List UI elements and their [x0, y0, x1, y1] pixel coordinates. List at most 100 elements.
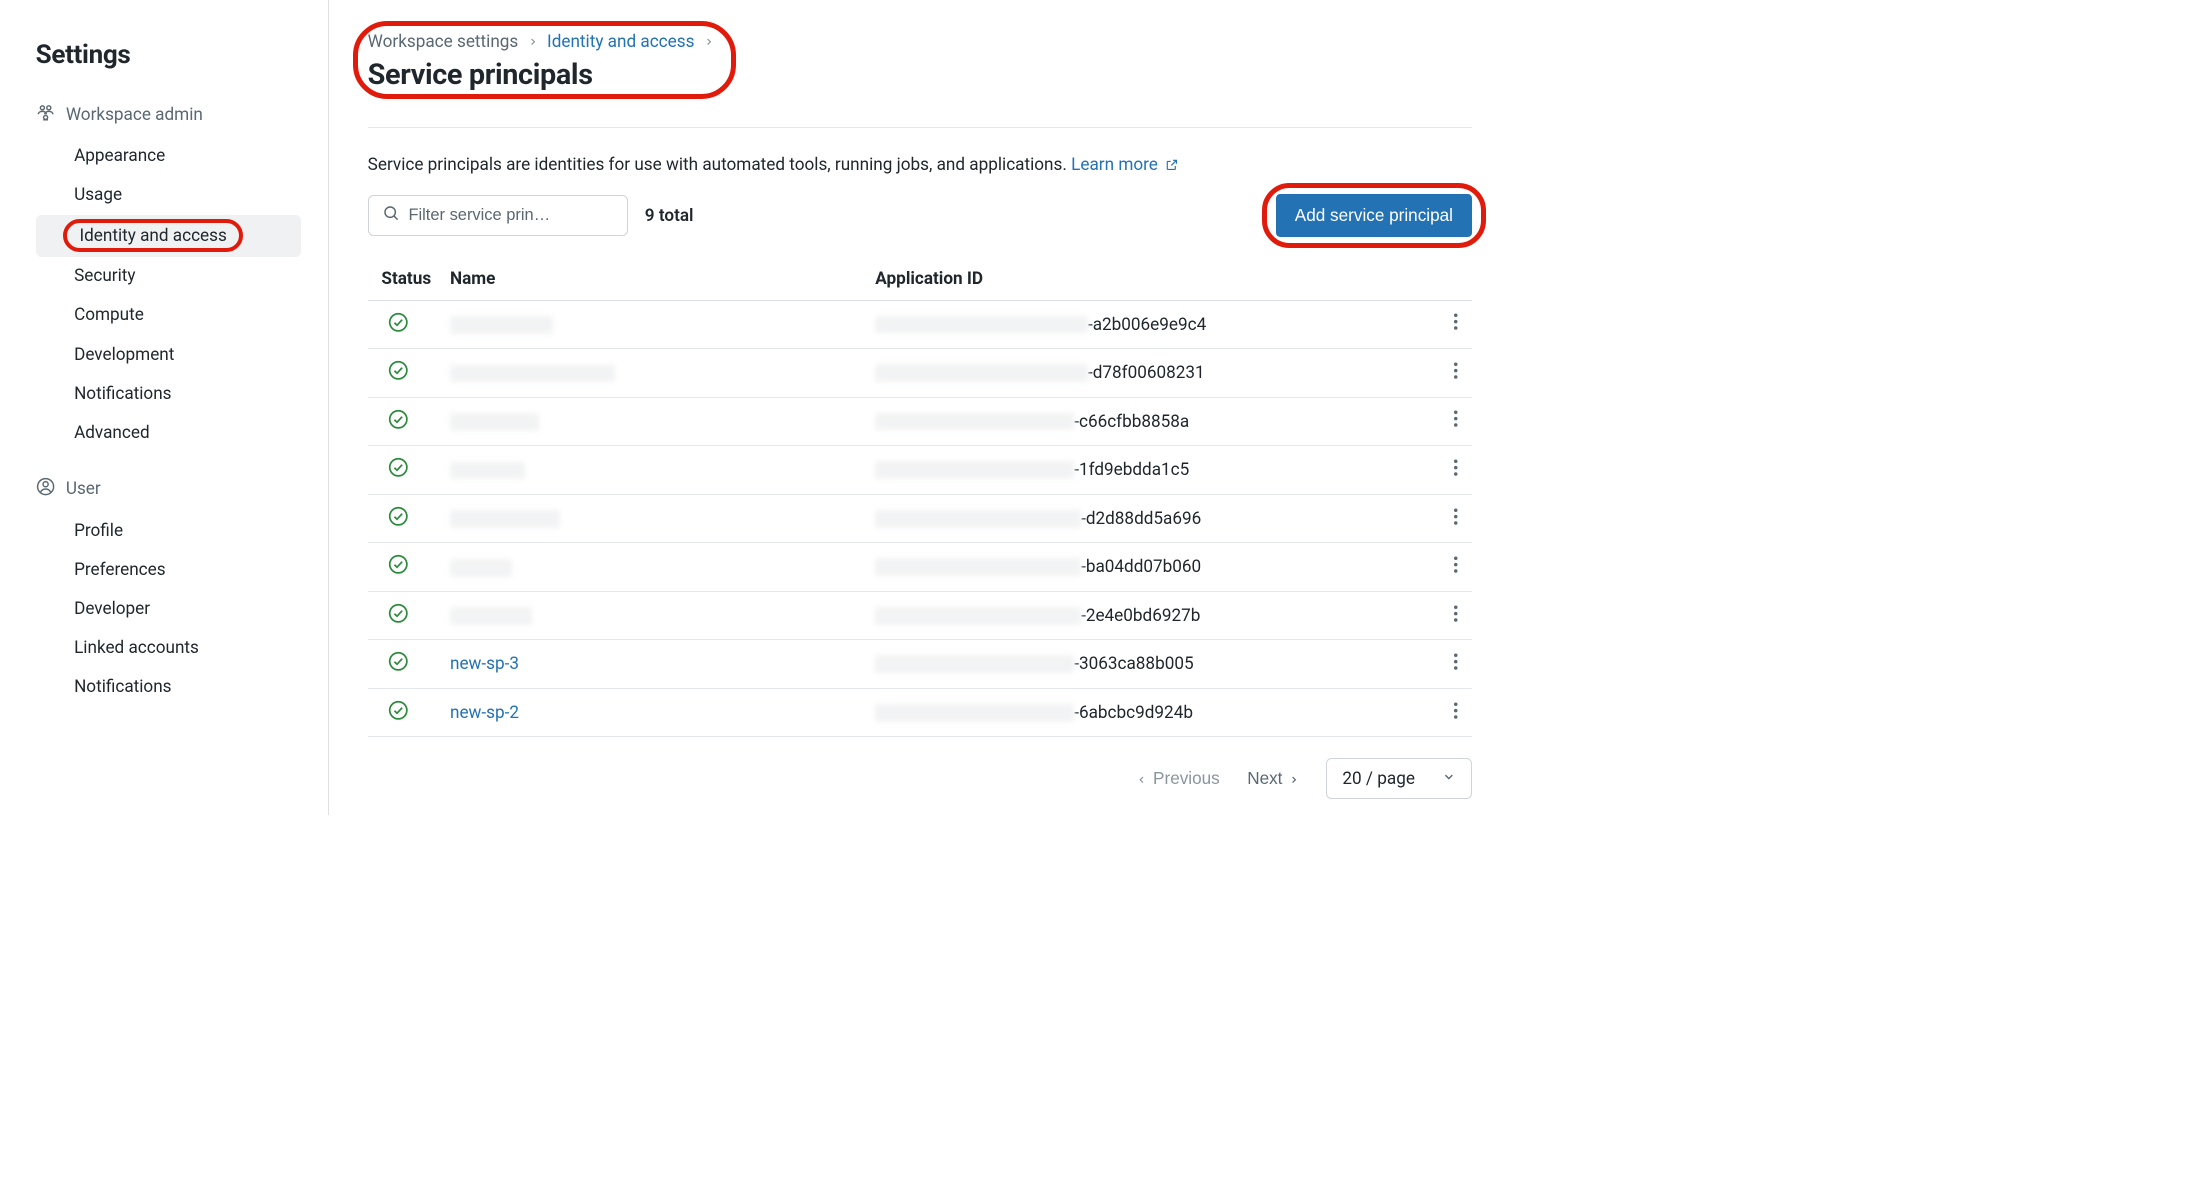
breadcrumb-root: Workspace settings — [368, 32, 519, 52]
sidebar-item-user-notifications[interactable]: Notifications — [36, 668, 301, 707]
breadcrumb-parent[interactable]: Identity and access — [547, 32, 694, 52]
sidebar-item-security[interactable]: Security — [36, 257, 301, 296]
learn-more-link[interactable]: Learn more — [1071, 155, 1178, 175]
sidebar-item-profile[interactable]: Profile — [36, 511, 301, 550]
row-actions-cell — [1431, 446, 1472, 495]
chevron-right-icon — [1289, 768, 1299, 789]
name-cell — [443, 300, 868, 349]
sidebar-item-compute[interactable]: Compute — [36, 296, 301, 335]
name-cell — [443, 397, 868, 446]
page-description: Service principals are identities for us… — [368, 155, 1472, 175]
sidebar-item-advanced[interactable]: Advanced — [36, 413, 301, 452]
row-actions-cell — [1431, 300, 1472, 349]
column-header-name[interactable]: Name — [443, 258, 868, 300]
redacted-appid-prefix — [875, 655, 1074, 673]
toolbar: 9 total Add service principal — [368, 194, 1472, 237]
row-actions-menu-button[interactable] — [1453, 462, 1458, 482]
status-cell — [368, 446, 443, 495]
service-principals-table: Status Name Application ID -a2b006e9e9c4… — [368, 258, 1472, 738]
add-service-principal-button[interactable]: Add service principal — [1276, 194, 1473, 237]
status-active-icon — [388, 366, 409, 386]
row-actions-cell — [1431, 349, 1472, 398]
application-id-suffix: -2e4e0bd6927b — [1081, 606, 1200, 626]
page-size-select[interactable]: 20 / page — [1326, 758, 1472, 799]
status-cell — [368, 494, 443, 543]
table-row: -1fd9ebdda1c5 — [368, 446, 1472, 495]
service-principal-name-link[interactable]: new-sp-2 — [450, 703, 519, 723]
row-actions-cell — [1431, 543, 1472, 592]
next-page-button[interactable]: Next — [1247, 768, 1299, 789]
redacted-name — [450, 607, 532, 625]
redacted-appid-prefix — [875, 607, 1081, 625]
name-cell: new-sp-2 — [443, 688, 868, 737]
sidebar-title: Settings — [36, 40, 301, 70]
service-principal-name-link[interactable]: new-sp-3 — [450, 654, 519, 674]
name-cell — [443, 349, 868, 398]
row-actions-menu-button[interactable] — [1453, 559, 1458, 579]
redacted-appid-prefix — [875, 510, 1081, 528]
sidebar-item-notifications[interactable]: Notifications — [36, 374, 301, 413]
status-active-icon — [388, 414, 409, 434]
main-content: Workspace settings Identity and access S… — [329, 0, 1499, 815]
column-header-status[interactable]: Status — [368, 258, 443, 300]
filter-service-principals-input[interactable] — [368, 195, 629, 236]
status-cell — [368, 300, 443, 349]
row-actions-cell — [1431, 397, 1472, 446]
table-row: -ba04dd07b060 — [368, 543, 1472, 592]
row-actions-menu-button[interactable] — [1453, 608, 1458, 628]
table-row: -c66cfbb8858a — [368, 397, 1472, 446]
status-active-icon — [388, 317, 409, 337]
application-id-cell: -d78f00608231 — [868, 349, 1431, 398]
sidebar-section-header: User — [36, 477, 301, 501]
redacted-appid-prefix — [875, 364, 1088, 382]
application-id-suffix: -6abcbc9d924b — [1074, 703, 1193, 723]
previous-page-button[interactable]: Previous — [1137, 768, 1220, 789]
row-actions-menu-button[interactable] — [1453, 656, 1458, 676]
redacted-name — [450, 365, 615, 383]
filter-input-field[interactable] — [408, 206, 613, 225]
search-icon — [382, 204, 400, 227]
status-cell — [368, 543, 443, 592]
application-id-cell: -1fd9ebdda1c5 — [868, 446, 1431, 495]
column-header-appid[interactable]: Application ID — [868, 258, 1431, 300]
row-actions-menu-button[interactable] — [1453, 414, 1458, 434]
row-actions-menu-button[interactable] — [1453, 317, 1458, 337]
status-active-icon — [388, 463, 409, 483]
table-row: new-sp-2 -6abcbc9d924b — [368, 688, 1472, 737]
row-actions-menu-button[interactable] — [1453, 511, 1458, 531]
name-cell — [443, 494, 868, 543]
sidebar-item-preferences[interactable]: Preferences — [36, 550, 301, 589]
sidebar-item-appearance[interactable]: Appearance — [36, 137, 301, 176]
application-id-suffix: -1fd9ebdda1c5 — [1074, 460, 1189, 480]
sidebar-section-header: Workspace admin — [36, 103, 301, 127]
redacted-name — [450, 316, 553, 334]
application-id-cell: -6abcbc9d924b — [868, 688, 1431, 737]
page-header-block: Workspace settings Identity and access S… — [368, 32, 714, 93]
redacted-appid-prefix — [875, 316, 1088, 334]
sidebar-section-workspace-admin: Workspace admin Appearance Usage Identit… — [36, 103, 301, 453]
sidebar-item-usage[interactable]: Usage — [36, 176, 301, 215]
chevron-left-icon — [1137, 768, 1147, 789]
application-id-cell: -d2d88dd5a696 — [868, 494, 1431, 543]
sidebar-item-development[interactable]: Development — [36, 335, 301, 374]
status-cell — [368, 591, 443, 640]
chevron-right-icon — [704, 32, 714, 52]
table-row: new-sp-3-3063ca88b005 — [368, 640, 1472, 689]
pagination: Previous Next 20 / page — [368, 758, 1472, 799]
row-actions-menu-button[interactable] — [1453, 705, 1458, 725]
settings-sidebar: Settings Workspace admin Appearance Usag… — [0, 0, 329, 815]
breadcrumb: Workspace settings Identity and access — [368, 32, 714, 52]
sidebar-item-developer[interactable]: Developer — [36, 589, 301, 628]
redacted-appid-prefix — [875, 558, 1081, 576]
chevron-down-icon — [1442, 769, 1456, 789]
external-link-icon — [1162, 155, 1178, 175]
status-active-icon — [388, 560, 409, 580]
workspace-admin-icon — [36, 103, 55, 127]
sidebar-item-linked-accounts[interactable]: Linked accounts — [36, 629, 301, 668]
user-icon — [36, 477, 55, 501]
application-id-suffix: -a2b006e9e9c4 — [1088, 315, 1206, 335]
sidebar-item-identity-and-access[interactable]: Identity and access — [36, 215, 301, 257]
row-actions-menu-button[interactable] — [1453, 365, 1458, 385]
divider — [368, 127, 1472, 128]
status-cell — [368, 688, 443, 737]
